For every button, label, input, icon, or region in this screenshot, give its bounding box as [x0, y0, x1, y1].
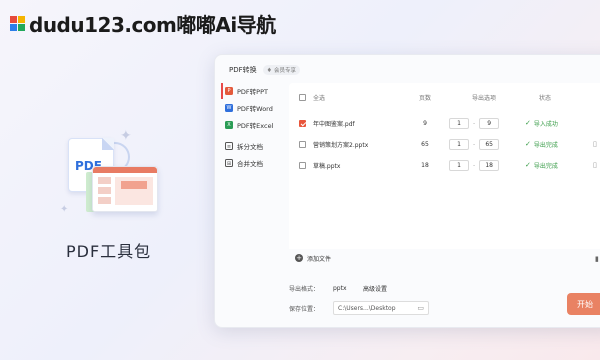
range-to-input[interactable]: 9 [479, 117, 500, 129]
sidebar-item-pdf-to-excel[interactable]: X PDF转Excel [221, 117, 287, 133]
check-icon: ✓ [525, 161, 531, 169]
page-count: 9 [423, 119, 427, 127]
range-header: 导出选项 [471, 94, 496, 102]
page-range: 1 - 9 [449, 117, 519, 129]
save-location-label: 保存位置： [289, 305, 320, 313]
range-to-input[interactable]: 18 [479, 159, 500, 171]
status-header: 状态 [539, 94, 552, 102]
open-file-icon[interactable]: ▯ [593, 140, 597, 148]
start-button-label: 开始 [577, 299, 593, 309]
table-row[interactable]: 年中图鉴案.pdf 9 1 - 9 ✓ 导入成功 [289, 113, 600, 133]
window-titlebar: PDF转换 ♦ 会员专享 [229, 65, 301, 75]
open-file-icon[interactable]: ▯ [593, 161, 597, 169]
sidebar-item-pdf-to-ppt[interactable]: P PDF转PPT [221, 83, 287, 99]
select-all-label: 全选 [313, 94, 326, 102]
file-name: 年中图鉴案.pdf [313, 120, 355, 128]
export-options: 导出格式： pptx 高级设置 保存位置： C:\Users...\Deskto… [289, 281, 429, 321]
check-icon: ✓ [525, 119, 531, 127]
sidebar: P PDF转PPT W PDF转Word X PDF转Excel ≡ 拆分文档 … [221, 83, 287, 172]
range-from-input[interactable]: 1 [449, 138, 469, 150]
table-row[interactable]: 营销策划方案2.pptx 65 1 - 65 ✓ 导出完成 ▯ [289, 134, 600, 154]
sidebar-item-label: PDF转Word [237, 105, 273, 113]
brand-text: dudu123.com嘟嘟Ai导航 [29, 13, 276, 37]
range-from-input[interactable]: 1 [449, 159, 469, 171]
folder-icon[interactable]: ▭ [417, 304, 424, 312]
brand-logo: dudu123.com嘟嘟Ai导航 [10, 9, 276, 38]
vip-label: 会员专享 [274, 68, 297, 74]
page-count: 18 [421, 161, 429, 169]
brand-logo-icon [10, 15, 26, 32]
word-icon: W [225, 104, 233, 112]
status-badge: ✓ 导出完成 [525, 140, 558, 149]
check-icon: ✓ [525, 140, 531, 148]
format-label: 导出格式： [289, 285, 320, 293]
row-checkbox[interactable] [299, 161, 306, 169]
status-text: 导入成功 [533, 120, 558, 128]
status-text: 导出完成 [533, 162, 558, 170]
pdf-convert-window: PDF转换 ♦ 会员专享 P PDF转PPT W PDF转Word X PDF转… [214, 54, 600, 328]
sidebar-item-label: PDF转Excel [237, 122, 274, 130]
sidebar-item-merge[interactable]: ⊞ 合并文档 [221, 155, 287, 171]
pages-header: 页数 [418, 94, 431, 102]
row-checkbox[interactable] [299, 119, 306, 127]
table-row[interactable]: 草稿.pptx 18 1 - 18 ✓ 导出完成 ▯ [289, 155, 600, 175]
status-badge: ✓ 导入成功 [525, 119, 558, 128]
range-from-input[interactable]: 1 [449, 117, 469, 129]
tool-title: PDF工具包 [66, 242, 152, 261]
page-count: 65 [421, 140, 429, 148]
split-icon: ≡ [225, 142, 233, 150]
sidebar-item-pdf-to-word[interactable]: W PDF转Word [221, 100, 287, 116]
pdf-illustration: ✦ ✦ PDF [60, 128, 170, 228]
sidebar-item-split[interactable]: ≡ 拆分文档 [221, 138, 287, 154]
sidebar-item-label: 拆分文档 [237, 143, 263, 151]
add-file-button[interactable]: + 添加文件 [289, 251, 600, 265]
status-badge: ✓ 导出完成 [525, 161, 558, 170]
vip-badge: ♦ 会员专享 [262, 65, 301, 75]
file-name: 草稿.pptx [313, 162, 341, 170]
file-name: 营销策划方案2.pptx [313, 141, 369, 149]
window-title: PDF转换 [229, 66, 257, 74]
merge-icon: ⊞ [225, 159, 233, 167]
range-to-input[interactable]: 65 [479, 138, 500, 150]
start-button[interactable]: 开始 [567, 293, 600, 315]
save-path-field[interactable]: C:\Users...\Desktop ▭ [333, 301, 429, 315]
row-checkbox[interactable] [299, 140, 306, 148]
status-text: 导出完成 [533, 141, 558, 149]
sparkle-icon: ✦ [120, 128, 132, 144]
page-range: 1 - 18 [449, 159, 519, 171]
select-all-checkbox[interactable] [299, 93, 306, 101]
excel-icon: X [225, 121, 233, 129]
sparkle-icon: ✦ [60, 204, 69, 215]
format-value[interactable]: pptx [333, 285, 349, 292]
table-header: 全选 页数 导出选项 状态 [289, 87, 600, 107]
ppt-icon: P [225, 87, 233, 95]
sidebar-item-label: 合并文档 [237, 160, 263, 168]
ppt-document-icon [92, 166, 158, 212]
add-file-label: 添加文件 [307, 255, 332, 263]
plus-icon: + [295, 254, 303, 262]
trash-icon[interactable]: ▮ [595, 255, 599, 263]
save-path-text: C:\Users...\Desktop [338, 304, 396, 312]
file-list-panel: 全选 页数 导出选项 状态 年中图鉴案.pdf 9 1 - 9 ✓ 导入成功 营… [289, 83, 600, 249]
advanced-settings-link[interactable]: 高级设置 [363, 284, 387, 293]
diamond-icon: ♦ [266, 66, 273, 74]
sidebar-item-label: PDF转PPT [237, 88, 268, 96]
page-range: 1 - 65 [449, 138, 519, 150]
